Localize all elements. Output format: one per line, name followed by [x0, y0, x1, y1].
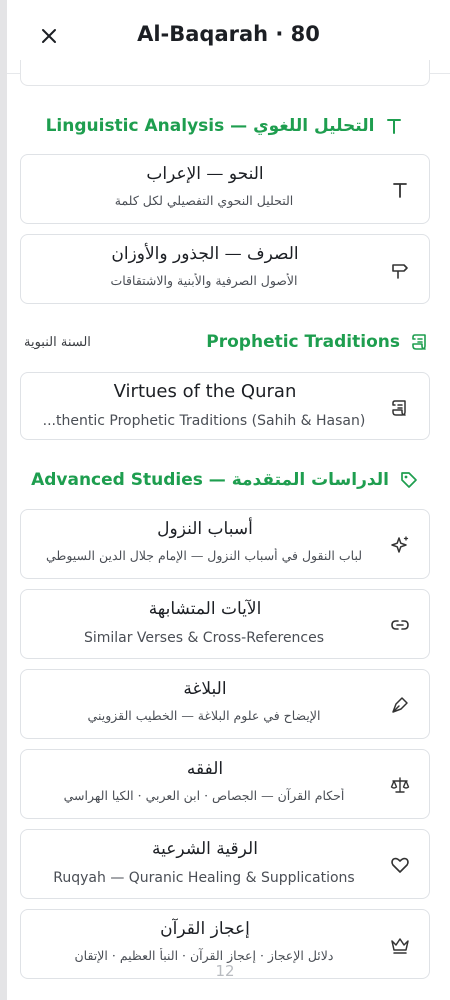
card-title: الصرف — الجذور والأوزان — [111, 244, 299, 264]
card-title: النحو — الإعراب — [146, 164, 264, 184]
card-subtitle: دلائل الإعجاز · إعجاز القرآن · النبأ الع… — [74, 948, 334, 963]
section-linguistic: Linguistic Analysis — التحليل اللغوي — [20, 112, 430, 140]
card-ruqyah[interactable]: الرقية الشرعية Ruqyah — Quranic Healing … — [20, 829, 430, 899]
scroll-icon — [410, 332, 430, 352]
card-subtitle: التحليل النحوي التفصيلي لكل كلمة — [114, 193, 294, 208]
card-fiqh[interactable]: الفقه أحكام القرآن — الجصاص · ابن العربي… — [20, 749, 430, 819]
section-prophetic: السنة النبوية Prophetic Traditions — [20, 328, 430, 356]
card-sarf[interactable]: الصرف — الجذور والأوزان الأصول الصرفية و… — [20, 234, 430, 304]
card-title: الرقية الشرعية — [152, 839, 258, 859]
section-title-advanced: Advanced Studies — الدراسات المتقدمة — [31, 470, 389, 490]
pen-nib-icon — [389, 694, 411, 716]
card-nahw[interactable]: النحو — الإعراب التحليل النحوي التفصيلي … — [20, 154, 430, 224]
card-balagha[interactable]: البلاغة الإيضاح في علوم البلاغة — الخطيب… — [20, 669, 430, 739]
section-title-prophetic: Prophetic Traditions — [206, 332, 400, 352]
card-mutashabih[interactable]: الآيات المتشابهة Similar Verses & Cross-… — [20, 589, 430, 659]
card-title: أسباب النزول — [157, 519, 253, 539]
section-advanced: Advanced Studies — الدراسات المتقدمة — [20, 466, 430, 494]
card-title: الآيات المتشابهة — [148, 599, 262, 619]
scale-icon — [389, 774, 411, 796]
left-rail — [0, 0, 7, 1000]
link-icon — [389, 614, 411, 636]
crown-icon — [389, 934, 411, 956]
card-title: إعجاز القرآن — [160, 919, 250, 939]
sparkles-icon — [389, 534, 411, 556]
text-icon — [384, 116, 404, 136]
card-subtitle: Ruqyah — Quranic Healing & Supplications — [53, 870, 355, 886]
card-title: الفقه — [186, 759, 224, 779]
previous-card-stub[interactable] — [20, 60, 430, 86]
card-subtitle: ...thentic Prophetic Traditions (Sahih &… — [42, 413, 366, 429]
card-subtitle: الأصول الصرفية والأبنية والاشتقاقات — [110, 273, 298, 288]
card-subtitle: أحكام القرآن — الجصاص · ابن العربي · الك… — [63, 788, 345, 803]
card-title: Virtues of the Quran — [113, 381, 297, 402]
card-title: البلاغة — [183, 679, 227, 699]
card-subtitle: لباب النقول في أسباب النزول — الإمام جلا… — [45, 548, 363, 563]
card-subtitle: Similar Verses & Cross-References — [83, 630, 325, 646]
section-title-linguistic: Linguistic Analysis — التحليل اللغوي — [45, 116, 375, 136]
section-subtitle-prophetic: السنة النبوية — [24, 334, 91, 350]
page-number: 12 — [215, 962, 235, 980]
tag-icon — [399, 470, 419, 490]
scroll-icon — [389, 397, 411, 419]
card-asbab[interactable]: أسباب النزول لباب النقول في أسباب النزول… — [20, 509, 430, 579]
heart-icon — [389, 854, 411, 876]
text-icon — [389, 179, 411, 201]
card-virtues[interactable]: Virtues of the Quran ...thentic Propheti… — [20, 372, 430, 440]
page-title: Al-Baqarah · 80 — [137, 22, 320, 46]
signpost-icon — [389, 259, 411, 281]
card-subtitle: الإيضاح في علوم البلاغة — الخطيب القزوين… — [87, 708, 321, 723]
